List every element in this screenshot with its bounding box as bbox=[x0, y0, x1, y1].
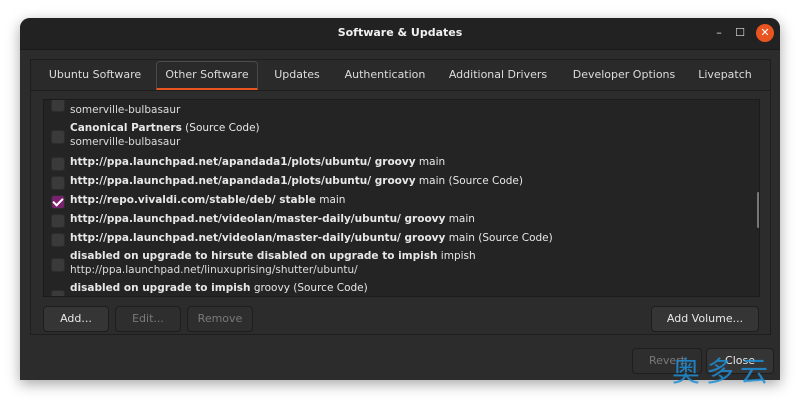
close-icon[interactable]: ✕ bbox=[756, 24, 774, 42]
scrollbar[interactable] bbox=[757, 192, 759, 228]
tab-livepatch[interactable]: Livepatch bbox=[693, 60, 757, 89]
tab-bar: Ubuntu Software Other Software Updates A… bbox=[30, 59, 771, 91]
source-enabled-checkbox[interactable] bbox=[51, 100, 65, 112]
tab-developer-options[interactable]: Developer Options bbox=[567, 60, 681, 89]
source-enabled-checkbox[interactable] bbox=[51, 290, 65, 296]
minimize-icon[interactable]: – bbox=[710, 24, 728, 42]
other-software-panel: disabled on upgrade to impish groovy (So… bbox=[30, 90, 771, 335]
software-updates-window: Software & Updates – ☐ ✕ Ubuntu Software… bbox=[20, 18, 780, 380]
source-components: (Source Code) bbox=[181, 122, 260, 134]
source-title: disabled on upgrade to impish groovy (So… bbox=[70, 282, 368, 294]
tab-authentication[interactable]: Authentication bbox=[337, 60, 433, 89]
window-title: Software & Updates bbox=[337, 26, 463, 39]
source-detail: http://ppa.launchpad.net/linuxuprising/s… bbox=[70, 264, 358, 276]
source-detail: somerville-bulbasaur bbox=[70, 136, 181, 148]
source-title: http://ppa.launchpad.net/apandada1/plots… bbox=[70, 156, 445, 168]
source-title: Canonical Partners bbox=[70, 100, 182, 102]
source-components: main bbox=[415, 156, 446, 168]
tab-ubuntu-software[interactable]: Ubuntu Software bbox=[41, 60, 149, 89]
title-bar: Software & Updates – ☐ ✕ bbox=[20, 18, 780, 50]
maximize-icon[interactable]: ☐ bbox=[731, 24, 749, 42]
source-enabled-checkbox[interactable] bbox=[51, 130, 65, 144]
source-name: Canonical Partners bbox=[70, 122, 182, 134]
tab-other-software[interactable]: Other Software bbox=[156, 61, 258, 90]
add-button[interactable]: Add... bbox=[43, 306, 109, 332]
tab-updates[interactable]: Updates bbox=[267, 60, 327, 89]
source-row: Canonical Partners somerville-bulbasaur bbox=[44, 100, 744, 120]
source-row: Canonical Partners (Source Code) somervi… bbox=[44, 120, 744, 152]
add-volume-button[interactable]: Add Volume... bbox=[651, 306, 759, 332]
source-name: disabled on upgrade to impish bbox=[70, 282, 251, 294]
source-detail: somerville-bulbasaur bbox=[70, 104, 181, 116]
source-name: Canonical Partners bbox=[70, 100, 182, 102]
source-components: groovy (Source Code) bbox=[250, 282, 368, 294]
source-row: disabled on upgrade to impish groovy (So… bbox=[44, 280, 744, 297]
source-name: http://ppa.launchpad.net/apandada1/plots… bbox=[70, 156, 416, 168]
sources-list: disabled on upgrade to impish groovy (So… bbox=[43, 99, 760, 297]
source-row: http://ppa.launchpad.net/apandada1/plots… bbox=[44, 153, 744, 185]
source-enabled-checkbox[interactable] bbox=[51, 157, 65, 171]
watermark: 奥多云 bbox=[672, 355, 775, 388]
edit-button[interactable]: Edit... bbox=[115, 306, 181, 332]
source-detail: http://ppa.launchpad.net/linuxuprising/s… bbox=[70, 296, 358, 297]
source-title: Canonical Partners (Source Code) bbox=[70, 122, 260, 134]
remove-button[interactable]: Remove bbox=[187, 306, 253, 332]
tab-additional-drivers[interactable]: Additional Drivers bbox=[445, 60, 551, 89]
